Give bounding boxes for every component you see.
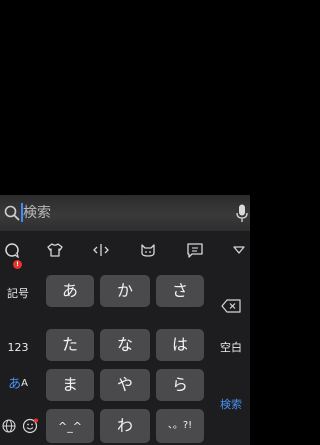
punctuation-key[interactable]: 、。?! — [156, 409, 204, 443]
space-key[interactable]: 空白 — [212, 332, 250, 362]
app-content-area — [0, 0, 250, 195]
kana-key-ha[interactable]: は — [156, 329, 204, 361]
search-bar[interactable]: 検索 — [0, 195, 250, 231]
keyboard-toolbar — [0, 231, 250, 269]
kana-alpha-toggle-key[interactable]: あA — [0, 369, 36, 399]
kana-key-ya[interactable]: や — [100, 369, 150, 401]
kana-key-ra[interactable]: ら — [156, 369, 204, 401]
kana-key-wa[interactable]: わ — [100, 409, 150, 443]
search-icon — [4, 205, 20, 221]
globe-key[interactable] — [0, 409, 18, 443]
japanese-keyboard: ! 記号 123 あA あ か さ た な は ま や ら ^_^ わ 、。?! — [0, 231, 250, 445]
collapse-keyboard-icon[interactable] — [232, 241, 246, 259]
number-key[interactable]: 123 — [0, 332, 36, 362]
microphone-icon[interactable] — [236, 204, 248, 223]
smiley-icon — [22, 418, 38, 434]
kana-key-a[interactable]: あ — [46, 275, 94, 307]
symbol-key[interactable]: 記号 — [0, 278, 36, 308]
kana-key-sa[interactable]: さ — [156, 275, 204, 307]
kana-key-na[interactable]: な — [100, 329, 150, 361]
notification-badge: ! — [13, 260, 22, 269]
search-key[interactable]: 検索 — [212, 389, 250, 419]
backspace-icon — [221, 299, 241, 313]
cursor-move-icon[interactable] — [92, 241, 110, 259]
globe-icon — [2, 419, 16, 433]
kana-key-ma[interactable]: ま — [46, 369, 94, 401]
message-icon[interactable] — [186, 241, 204, 259]
backspace-key[interactable] — [212, 291, 250, 321]
kana-key-ka[interactable]: か — [100, 275, 150, 307]
emoji-key[interactable] — [20, 409, 40, 443]
cat-face-icon[interactable] — [139, 241, 157, 259]
speech-bubble-icon[interactable] — [4, 241, 20, 259]
shirt-icon[interactable] — [46, 241, 64, 259]
emoticon-key[interactable]: ^_^ — [46, 409, 94, 443]
kana-key-ta[interactable]: た — [46, 329, 94, 361]
search-input[interactable]: 検索 — [23, 204, 51, 222]
